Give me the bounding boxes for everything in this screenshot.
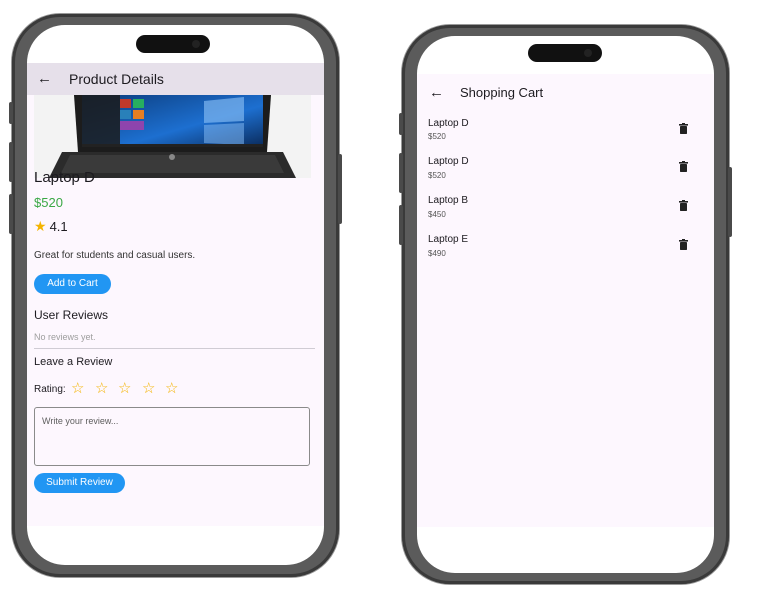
rating-value: 4.1 bbox=[49, 219, 68, 234]
shopping-cart-screen: ← Shopping Cart Laptop D $520 Laptop D $… bbox=[417, 74, 714, 527]
trash-icon[interactable] bbox=[679, 123, 688, 134]
phone-frame-left: ← Product Details Laptop D $520 ★ 4.1 Gr… bbox=[9, 14, 342, 577]
phone-side-button bbox=[399, 205, 403, 245]
star-outline-icon[interactable]: ☆ bbox=[95, 381, 108, 396]
product-image bbox=[34, 95, 311, 178]
add-to-cart-button[interactable]: Add to Cart bbox=[34, 274, 111, 294]
product-details-screen: ← Product Details Laptop D $520 ★ 4.1 Gr… bbox=[27, 63, 324, 526]
back-arrow-icon[interactable]: ← bbox=[429, 85, 444, 100]
rating-label: Rating: bbox=[34, 384, 66, 395]
trash-icon[interactable] bbox=[679, 239, 688, 250]
user-reviews-heading: User Reviews bbox=[34, 308, 109, 322]
page-title: Product Details bbox=[69, 71, 164, 87]
cart-item-price: $520 bbox=[428, 132, 446, 141]
app-bar: ← Product Details bbox=[27, 63, 324, 95]
phone-side-button bbox=[9, 194, 13, 234]
cart-item-price: $520 bbox=[428, 171, 446, 180]
camera-notch bbox=[136, 35, 210, 53]
phone-side-button bbox=[399, 153, 403, 193]
phone-frame-right: ← Shopping Cart Laptop D $520 Laptop D $… bbox=[399, 25, 732, 584]
divider bbox=[34, 348, 315, 349]
camera-notch bbox=[528, 44, 602, 62]
no-reviews-text: No reviews yet. bbox=[34, 332, 96, 342]
cart-item-name: Laptop D bbox=[428, 118, 469, 129]
phone-side-button bbox=[399, 113, 403, 135]
review-text-input[interactable]: Write your review... bbox=[34, 407, 310, 466]
star-icon: ★ bbox=[34, 218, 47, 234]
phone-side-button bbox=[9, 102, 13, 124]
back-arrow-icon[interactable]: ← bbox=[37, 71, 52, 86]
phone-power-button bbox=[728, 167, 732, 237]
star-outline-icon[interactable]: ☆ bbox=[118, 381, 131, 396]
cart-item-name: Laptop B bbox=[428, 195, 469, 206]
phone-power-button bbox=[338, 154, 342, 224]
phone-screen: ← Product Details Laptop D $520 ★ 4.1 Gr… bbox=[27, 25, 324, 565]
trash-icon[interactable] bbox=[679, 161, 688, 172]
phone-side-button bbox=[9, 142, 13, 182]
cart-item-price: $490 bbox=[428, 249, 446, 258]
submit-review-button[interactable]: Submit Review bbox=[34, 473, 125, 493]
review-placeholder: Write your review... bbox=[42, 416, 119, 426]
cart-item-name: Laptop D bbox=[428, 156, 469, 167]
cart-item-price: $450 bbox=[428, 210, 446, 219]
leave-review-heading: Leave a Review bbox=[34, 356, 113, 368]
cart-item-name: Laptop E bbox=[428, 234, 469, 245]
product-description: Great for students and casual users. bbox=[34, 250, 196, 261]
trash-icon[interactable] bbox=[679, 200, 688, 211]
page-title: Shopping Cart bbox=[460, 85, 544, 100]
star-outline-icon[interactable]: ☆ bbox=[71, 381, 84, 396]
product-rating: ★ 4.1 bbox=[34, 218, 68, 235]
star-outline-icon[interactable]: ☆ bbox=[142, 381, 155, 396]
star-outline-icon[interactable]: ☆ bbox=[165, 381, 178, 396]
phone-screen: ← Shopping Cart Laptop D $520 Laptop D $… bbox=[417, 36, 714, 573]
product-name: Laptop D bbox=[34, 169, 95, 186]
product-price: $520 bbox=[34, 195, 63, 210]
